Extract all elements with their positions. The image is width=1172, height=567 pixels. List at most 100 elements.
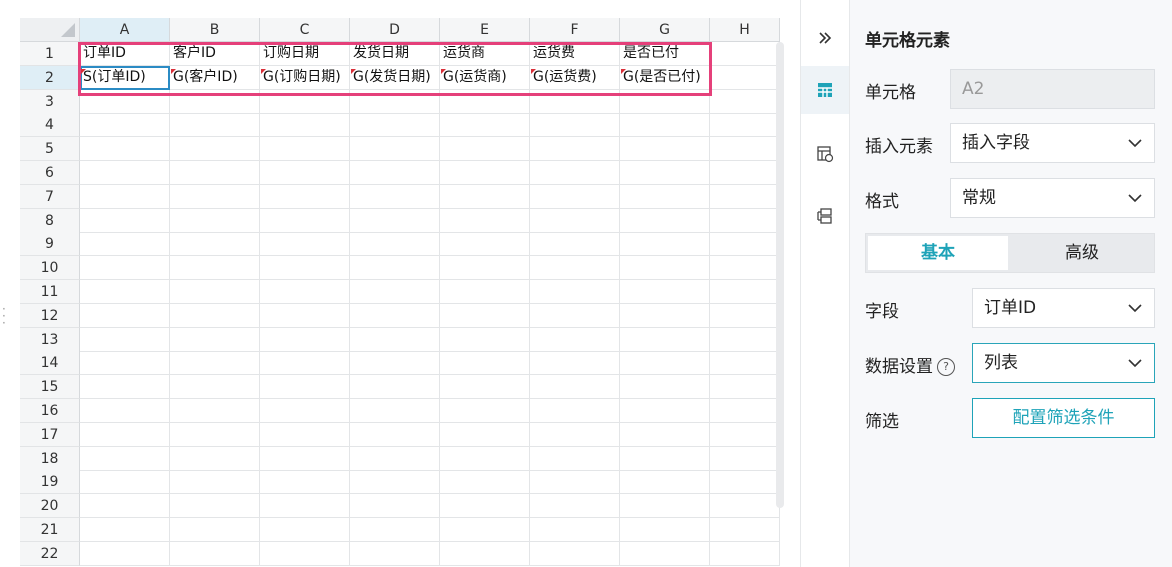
column-header-h[interactable]: H <box>710 18 780 42</box>
column-header-d[interactable]: D <box>350 18 440 42</box>
insert-element-select[interactable]: 插入字段 <box>950 123 1155 163</box>
cell-d14[interactable] <box>350 351 440 375</box>
cell-e11[interactable] <box>440 280 530 304</box>
column-header-e[interactable]: E <box>440 18 530 42</box>
cell-b7[interactable] <box>170 185 260 209</box>
cell-f9[interactable] <box>530 232 620 256</box>
cell-h4[interactable] <box>710 113 780 137</box>
cell-d22[interactable] <box>350 542 440 566</box>
cell-property-tab[interactable] <box>801 130 849 178</box>
cell-a7[interactable] <box>80 185 170 209</box>
cell-b21[interactable] <box>170 518 260 542</box>
cell-g3[interactable] <box>620 90 710 114</box>
row-header-1[interactable]: 1 <box>20 42 80 66</box>
cell-e4[interactable] <box>440 113 530 137</box>
cell-d3[interactable] <box>350 90 440 114</box>
cell-d15[interactable] <box>350 375 440 399</box>
cell-g5[interactable] <box>620 137 710 161</box>
cell-d8[interactable] <box>350 209 440 233</box>
cell-b5[interactable] <box>170 137 260 161</box>
cell-g14[interactable] <box>620 351 710 375</box>
cell-g21[interactable] <box>620 518 710 542</box>
cell-d10[interactable] <box>350 256 440 280</box>
cell-e6[interactable] <box>440 161 530 185</box>
cell-a19[interactable] <box>80 470 170 494</box>
cell-e2[interactable]: G(运货商) <box>440 66 530 90</box>
cell-b15[interactable] <box>170 375 260 399</box>
cell-g6[interactable] <box>620 161 710 185</box>
cell-g19[interactable] <box>620 470 710 494</box>
cell-a8[interactable] <box>80 209 170 233</box>
cell-f6[interactable] <box>530 161 620 185</box>
cell-a6[interactable] <box>80 161 170 185</box>
cell-h7[interactable] <box>710 185 780 209</box>
cell-b3[interactable] <box>170 90 260 114</box>
cell-f18[interactable] <box>530 447 620 471</box>
cell-g17[interactable] <box>620 423 710 447</box>
cell-f8[interactable] <box>530 209 620 233</box>
cell-c1[interactable]: 订购日期 <box>260 42 350 66</box>
cell-e15[interactable] <box>440 375 530 399</box>
cell-c11[interactable] <box>260 280 350 304</box>
cell-e19[interactable] <box>440 470 530 494</box>
cell-c20[interactable] <box>260 494 350 518</box>
column-header-a[interactable]: A <box>80 18 170 42</box>
cell-g1[interactable]: 是否已付 <box>620 42 710 66</box>
cell-b12[interactable] <box>170 304 260 328</box>
cell-c6[interactable] <box>260 161 350 185</box>
cell-f12[interactable] <box>530 304 620 328</box>
cell-f3[interactable] <box>530 90 620 114</box>
tab-basic[interactable]: 基本 <box>868 236 1008 270</box>
cell-g8[interactable] <box>620 209 710 233</box>
cell-e20[interactable] <box>440 494 530 518</box>
cell-g7[interactable] <box>620 185 710 209</box>
cell-f10[interactable] <box>530 256 620 280</box>
cell-e12[interactable] <box>440 304 530 328</box>
cell-a5[interactable] <box>80 137 170 161</box>
row-header-15[interactable]: 15 <box>20 375 80 399</box>
cell-c4[interactable] <box>260 113 350 137</box>
row-header-14[interactable]: 14 <box>20 351 80 375</box>
cell-h15[interactable] <box>710 375 780 399</box>
cell-e8[interactable] <box>440 209 530 233</box>
cell-e21[interactable] <box>440 518 530 542</box>
cell-d7[interactable] <box>350 185 440 209</box>
cell-a11[interactable] <box>80 280 170 304</box>
cell-e5[interactable] <box>440 137 530 161</box>
cell-e9[interactable] <box>440 232 530 256</box>
cell-a13[interactable] <box>80 328 170 352</box>
format-select[interactable]: 常规 <box>950 178 1155 218</box>
column-header-g[interactable]: G <box>620 18 710 42</box>
cell-g11[interactable] <box>620 280 710 304</box>
cell-g13[interactable] <box>620 328 710 352</box>
cell-c19[interactable] <box>260 470 350 494</box>
cell-a16[interactable] <box>80 399 170 423</box>
cell-c5[interactable] <box>260 137 350 161</box>
cell-e7[interactable] <box>440 185 530 209</box>
cell-f5[interactable] <box>530 137 620 161</box>
cell-g9[interactable] <box>620 232 710 256</box>
cell-g10[interactable] <box>620 256 710 280</box>
cell-c3[interactable] <box>260 90 350 114</box>
cell-e1[interactable]: 运货商 <box>440 42 530 66</box>
cell-a3[interactable] <box>80 90 170 114</box>
row-header-18[interactable]: 18 <box>20 447 80 471</box>
cell-h2[interactable] <box>710 66 780 90</box>
cell-b4[interactable] <box>170 113 260 137</box>
cell-h1[interactable] <box>710 42 780 66</box>
data-setting-select[interactable]: 列表 <box>972 343 1155 383</box>
configure-filter-button[interactable]: 配置筛选条件 <box>972 398 1155 438</box>
row-header-7[interactable]: 7 <box>20 185 80 209</box>
cell-b6[interactable] <box>170 161 260 185</box>
cell-h18[interactable] <box>710 447 780 471</box>
cell-b2[interactable]: G(客户ID) <box>170 66 260 90</box>
cell-f14[interactable] <box>530 351 620 375</box>
cell-f17[interactable] <box>530 423 620 447</box>
row-header-4[interactable]: 4 <box>20 113 80 137</box>
cell-b9[interactable] <box>170 232 260 256</box>
cell-h22[interactable] <box>710 542 780 566</box>
cell-f11[interactable] <box>530 280 620 304</box>
cell-g20[interactable] <box>620 494 710 518</box>
cell-a20[interactable] <box>80 494 170 518</box>
cell-c17[interactable] <box>260 423 350 447</box>
